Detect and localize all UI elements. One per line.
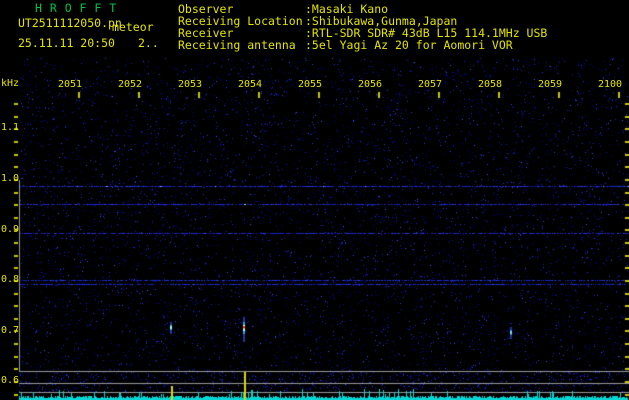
time-axis-label: 2054 <box>238 79 263 90</box>
filename-overlay-text: meteor <box>112 20 154 34</box>
spectrogram-canvas <box>0 0 629 400</box>
freq-axis-label: 1.1 <box>1 122 20 133</box>
meta-value-antenna: :5el Yagi Az 20 for Aomori VOR <box>305 38 513 52</box>
freq-axis-label: 0.6 <box>1 375 20 386</box>
time-axis-label: 2058 <box>478 79 503 90</box>
filename-text: UT2511112050.pn <box>18 16 122 30</box>
time-axis-label: 2100 <box>598 79 623 90</box>
freq-axis-unit: kHz <box>1 78 20 89</box>
time-axis-label: 2051 <box>58 79 83 90</box>
hrofft-window: H R O F F T UT2511112050.pn meteor 25.11… <box>0 0 629 400</box>
time-axis-label: 2052 <box>118 79 143 90</box>
meta-label-antenna: Receiving antenna <box>178 38 296 52</box>
time-axis-label: 2055 <box>298 79 323 90</box>
time-axis-label: 2056 <box>358 79 383 90</box>
app-title: H R O F F T <box>35 1 117 15</box>
datetime-text: 25.11.11 20:50 <box>18 36 115 50</box>
freq-axis-label: 0.9 <box>1 224 20 235</box>
freq-axis-label: 1.0 <box>1 173 20 184</box>
time-axis-label: 2059 <box>538 79 563 90</box>
time-axis-label: 2053 <box>178 79 203 90</box>
freq-axis-label: 0.8 <box>1 274 20 285</box>
time-axis-label: 2057 <box>418 79 443 90</box>
freq-axis-label: 0.7 <box>1 325 20 336</box>
echo-counter-text: 2.. <box>138 36 159 50</box>
